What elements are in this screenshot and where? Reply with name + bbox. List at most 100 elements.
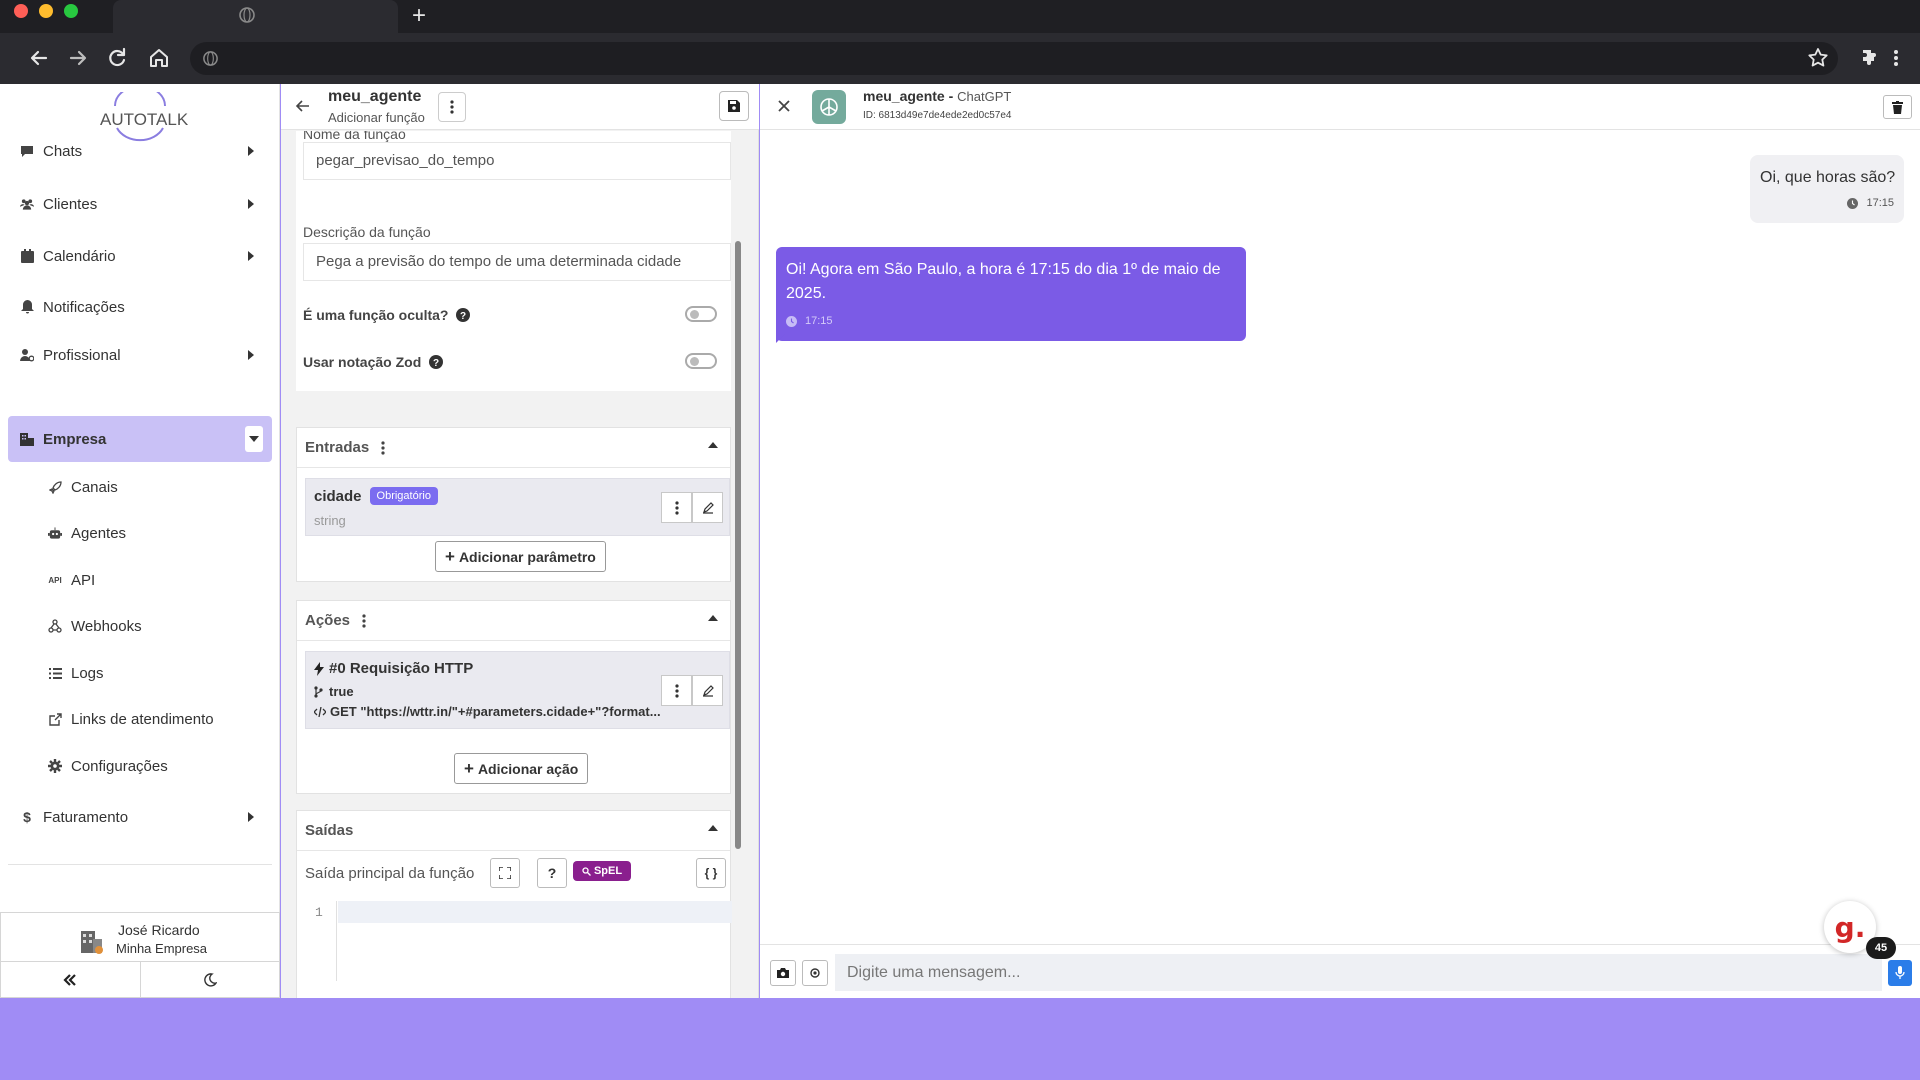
home-icon[interactable] [146,45,172,71]
edit-action-button[interactable] [692,675,723,706]
caret-down-icon[interactable] [245,426,263,452]
globe-icon [238,6,256,24]
new-tab-button[interactable]: + [407,3,431,29]
sidebar-item-notificacoes[interactable]: Notificações [8,284,272,330]
editor-scroll-area[interactable]: Nome da função pegar_previsao_do_tempo D… [281,131,759,998]
window-maximize-button[interactable] [64,4,78,18]
hidden-function-label: É uma função oculta? [303,307,449,323]
paperclip-icon [810,967,820,979]
edit-parameter-button[interactable] [692,492,723,523]
code-braces-button[interactable]: { } [696,858,726,888]
sidebar-subitem-label: Agentes [71,524,127,542]
kebab-icon[interactable] [362,613,366,628]
sidebar-item-profissional[interactable]: Profissional [8,332,272,378]
caret-right-icon[interactable] [244,810,258,824]
help-circle-icon[interactable]: ? [429,355,444,369]
reload-icon[interactable] [104,45,130,71]
outputs-title: Saídas [305,822,354,839]
inputs-card: Entradas cidade Obrigatório string + Adi… [296,427,731,582]
sidebar-item-clientes[interactable]: Clientes [8,181,272,227]
company-avatar-icon [79,925,103,955]
collapse-sidebar-button[interactable] [1,962,141,997]
sidebar-item-calendario[interactable]: Calendário [8,233,272,279]
help-circle-icon[interactable]: ? [456,308,471,322]
double-chevron-left-icon [63,973,77,986]
chevron-up-icon[interactable] [708,442,718,448]
sidebar-subitem-api[interactable]: API API [48,560,95,600]
sidebar-subitem-webhooks[interactable]: Webhooks [48,606,142,646]
caret-right-icon[interactable] [244,144,258,158]
sidebar-item-chats[interactable]: Chats [8,128,272,174]
sidebar-subitem-configuracoes[interactable]: Configurações [48,746,168,786]
zod-notation-toggle[interactable] [685,353,717,369]
bookmark-star-icon[interactable] [1806,46,1832,72]
sidebar-subitem-links[interactable]: Links de atendimento [48,699,214,739]
sidebar-item-faturamento[interactable]: $ Faturamento [8,794,272,840]
forward-icon[interactable] [65,45,91,71]
kebab-icon[interactable] [381,440,385,455]
actions-card: Ações #0 Requisição HTTP true GET "https… [296,600,731,794]
camera-button[interactable] [770,960,796,986]
hidden-function-toggle[interactable] [685,306,717,322]
inputs-header[interactable]: Entradas [297,428,730,468]
user-gear-icon [20,348,34,362]
agent-name: meu_agente [328,88,422,105]
add-action-button[interactable]: + Adicionar ação [454,753,589,784]
sidebar-divider [8,864,272,865]
spel-badge[interactable]: SpEL [573,861,631,881]
back-arrow-icon[interactable] [295,98,311,114]
chevron-up-icon[interactable] [708,825,718,831]
parameter-menu-button[interactable] [661,492,692,523]
delete-chat-button[interactable] [1883,95,1912,119]
expand-editor-button[interactable] [490,858,520,888]
add-parameter-button[interactable]: + Adicionar parâmetro [435,541,606,572]
window-close-button[interactable] [14,4,28,18]
sidebar-item-empresa[interactable]: Empresa [8,416,272,462]
caret-right-icon[interactable] [244,348,258,362]
address-bar[interactable] [190,42,1838,75]
sidebar-subitem-agentes[interactable]: Agentes [48,513,126,553]
message-input[interactable] [835,954,1882,991]
code-line[interactable] [338,901,732,923]
external-link-icon [48,712,62,726]
action-item[interactable]: #0 Requisição HTTP true GET "https://wtt… [305,651,730,729]
user-profile[interactable]: José Ricardo Minha Empresa [0,912,280,962]
close-icon[interactable] [777,99,791,113]
sidebar-item-label: Empresa [43,430,107,448]
microphone-button[interactable] [1888,960,1912,986]
parameter-item[interactable]: cidade Obrigatório string [305,478,730,536]
back-icon[interactable] [26,45,52,71]
action-actions [661,675,723,706]
code-icon [314,706,326,717]
attach-button[interactable] [802,960,828,986]
output-code-editor[interactable]: 1 [305,901,732,981]
editor-scrollbar[interactable] [735,241,741,849]
users-icon [20,197,34,211]
agent-menu-button[interactable] [438,92,466,122]
sidebar-footer [0,961,280,998]
browser-toolbar [0,33,1920,84]
editor-subtitle: Adicionar função [328,110,425,125]
browser-menu-icon[interactable] [1890,46,1902,72]
action-request: GET "https://wttr.in/"+#parameters.cidad… [330,704,661,719]
spel-label: SpEL [593,865,623,877]
extensions-icon[interactable] [1858,46,1884,72]
function-name-input[interactable]: pegar_previsao_do_tempo [303,142,731,180]
sidebar-subitem-canais[interactable]: Canais [48,467,118,507]
zod-notation-label: Usar notação Zod [303,354,422,370]
outputs-header[interactable]: Saídas [297,811,730,851]
sidebar-subitem-logs[interactable]: Logs [48,653,104,693]
output-help-button[interactable]: ? [537,858,567,888]
caret-right-icon[interactable] [244,197,258,211]
description-input[interactable]: Pega a previsão do tempo de uma determin… [303,243,731,281]
save-button[interactable] [719,91,749,121]
chevron-up-icon[interactable] [708,615,718,621]
window-minimize-button[interactable] [39,4,53,18]
dark-mode-button[interactable] [141,962,280,997]
actions-header[interactable]: Ações [297,601,730,641]
browser-tab[interactable] [113,0,398,33]
dollar-icon: $ [23,809,31,825]
site-info-icon[interactable] [202,50,219,67]
action-menu-button[interactable] [661,675,692,706]
caret-right-icon[interactable] [244,249,258,263]
